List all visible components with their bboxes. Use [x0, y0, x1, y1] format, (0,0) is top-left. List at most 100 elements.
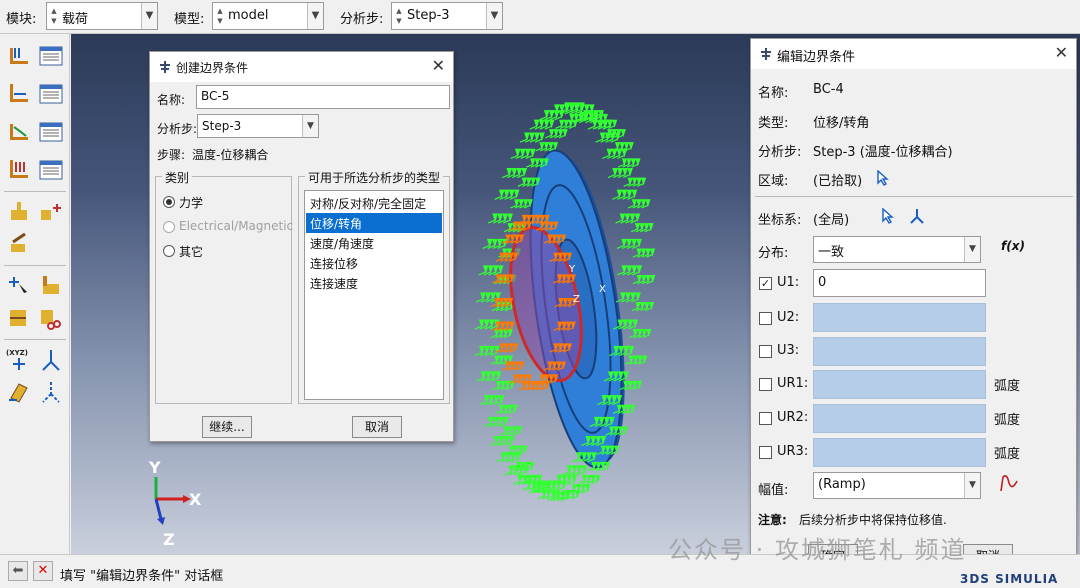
bc-glyph [623, 177, 647, 187]
u2-checkbox[interactable] [759, 312, 772, 325]
interaction-manager-icon[interactable] [37, 156, 65, 184]
list-item[interactable]: 位移/转角 [306, 213, 442, 233]
close-icon[interactable]: ✕ [432, 56, 445, 75]
cut-icon[interactable] [37, 304, 65, 332]
bc-icon [761, 48, 771, 60]
close-icon[interactable]: ✕ [1055, 43, 1068, 62]
type-label: 类型: [758, 116, 789, 131]
edit-dialog-titlebar[interactable]: 编辑边界条件 ✕ [751, 39, 1076, 69]
amplitude-curve-icon[interactable] [999, 473, 1021, 493]
bc-glyph [496, 452, 522, 463]
bc-glyph [476, 371, 502, 382]
category-radio-other[interactable] [163, 245, 175, 257]
category-radio-electrical [163, 221, 175, 233]
bc-create-icon[interactable] [5, 42, 33, 70]
partition-icon[interactable] [5, 304, 33, 332]
back-arrow-icon[interactable]: ⬅ [8, 561, 28, 581]
toolbox-separator [4, 339, 66, 340]
ur1-input [813, 370, 986, 399]
distribution-combo[interactable]: 一致 ▼ [813, 236, 981, 263]
query-point-icon[interactable] [5, 272, 33, 300]
bc-glyph [631, 302, 655, 312]
svg-text:(XYZ): (XYZ) [6, 349, 28, 357]
load-create-icon[interactable] [5, 80, 33, 108]
bc-manager-icon[interactable] [37, 42, 65, 70]
spin-icon[interactable]: ▲ ▼ [215, 6, 225, 26]
types-group-title: 可用于所选分析步的类型 [305, 169, 444, 186]
bc-glyph [529, 119, 555, 130]
fx-icon[interactable]: f(x) [1001, 239, 1025, 253]
ur2-checkbox[interactable] [759, 412, 772, 425]
model-value: model [228, 8, 269, 23]
ur3-checkbox[interactable] [759, 446, 772, 459]
chevron-down-icon[interactable]: ▼ [302, 115, 318, 137]
step-label: 分析步: [340, 12, 384, 27]
spin-icon[interactable]: ▲ ▼ [394, 6, 404, 26]
bc-glyph [499, 426, 523, 436]
amplitude-value: (Ramp) [818, 477, 866, 492]
u1-input[interactable]: 0 [813, 269, 986, 297]
types-group: 可用于所选分析步的类型 对称/反对称/完全固定 位移/转角 速度/角速度 连接位… [298, 169, 450, 404]
list-item[interactable]: 连接位移 [306, 253, 442, 273]
note-text: 后续分析步中将保持位移值. [799, 513, 947, 527]
datum-manager-icon[interactable] [37, 378, 65, 406]
assign-csys-icon[interactable] [37, 272, 65, 300]
amplitude-combo[interactable]: (Ramp) ▼ [813, 472, 981, 499]
ur3-unit: 弧度 [994, 447, 1021, 462]
bc-icon [160, 61, 170, 73]
cursor-arrow-icon[interactable] [876, 170, 890, 186]
cancel-button[interactable]: 取消 [352, 416, 402, 438]
procedure-label: 步骤: [157, 148, 186, 162]
chevron-down-icon[interactable]: ▼ [307, 3, 323, 29]
spin-icon[interactable]: ▲ ▼ [49, 6, 59, 26]
continue-button[interactable]: 继续... [202, 416, 252, 438]
ur1-label: UR1: [777, 376, 809, 391]
fixed-point-icon[interactable] [5, 198, 33, 226]
csys-triad-icon[interactable] [908, 207, 926, 225]
svg-text:Z: Z [573, 294, 580, 305]
bc-glyph [510, 199, 533, 209]
interaction-load-icon[interactable] [5, 156, 33, 184]
constraint-icon[interactable] [37, 198, 65, 226]
name-input[interactable]: BC-5 [196, 85, 450, 109]
type-value: 位移/转角 [813, 116, 870, 131]
step-combo[interactable]: ▲ ▼ Step-3 ▼ [391, 2, 503, 30]
model-combo[interactable]: ▲ ▼ model ▼ [212, 2, 324, 30]
bc-glyph [494, 189, 520, 200]
chevron-down-icon[interactable]: ▼ [141, 3, 157, 29]
category-radio-mechanical[interactable] [163, 196, 175, 208]
simulia-logo: 3DS SIMULIA [960, 572, 1059, 586]
chevron-down-icon[interactable]: ▼ [964, 237, 980, 262]
list-item[interactable]: 对称/反对称/完全固定 [306, 193, 442, 213]
bc-glyph [617, 158, 641, 168]
list-item[interactable]: 连接速度 [306, 273, 442, 293]
datum-axis-icon[interactable] [37, 346, 65, 374]
chevron-down-icon[interactable]: ▼ [486, 3, 502, 29]
ur1-checkbox[interactable] [759, 378, 772, 391]
step-combo[interactable]: Step-3 ▼ [197, 114, 319, 138]
svg-text:Y: Y [568, 264, 576, 275]
name-label: 名称: [758, 86, 789, 101]
list-item[interactable]: 速度/角速度 [306, 233, 442, 253]
separator [755, 196, 1073, 197]
module-combo[interactable]: ▲ ▼ 载荷 ▼ [46, 2, 158, 30]
u1-checkbox[interactable]: ✓ [759, 277, 772, 290]
bc-glyph [503, 465, 530, 476]
predefined-field-icon[interactable] [5, 118, 33, 146]
load-manager-icon[interactable] [37, 80, 65, 108]
chevron-down-icon[interactable]: ▼ [964, 473, 980, 498]
u3-checkbox[interactable] [759, 345, 772, 358]
watermark: 公众号 · 攻城狮笔札 频道 [668, 536, 967, 564]
triad-y-label: Y [148, 459, 161, 477]
bc-glyph [612, 189, 638, 200]
paint-icon[interactable] [5, 230, 33, 258]
types-list[interactable]: 对称/反对称/完全固定 位移/转角 速度/角速度 连接位移 连接速度 [304, 190, 444, 400]
field-manager-icon[interactable] [37, 118, 65, 146]
create-dialog-titlebar[interactable]: 创建边界条件 ✕ [150, 52, 453, 82]
cancel-x-icon[interactable]: ✕ [33, 561, 53, 581]
datum-csys-icon[interactable]: (XYZ) [5, 346, 33, 374]
bc-glyph [489, 435, 515, 447]
name-value: BC-4 [813, 82, 844, 97]
cursor-arrow-icon[interactable] [881, 208, 895, 224]
datum-plane-icon[interactable] [5, 378, 33, 406]
